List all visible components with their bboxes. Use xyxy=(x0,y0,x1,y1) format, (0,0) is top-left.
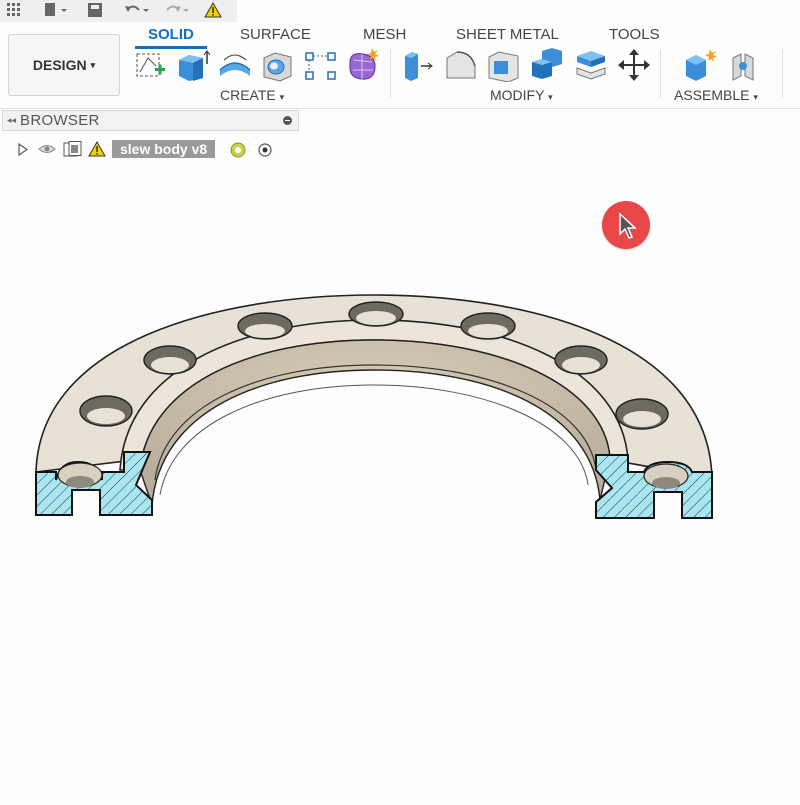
grid-menu-icon[interactable] xyxy=(4,1,24,19)
group-divider xyxy=(390,50,391,98)
browser-root-node[interactable]: slew body v8 xyxy=(18,140,278,159)
save-icon[interactable] xyxy=(86,1,104,19)
redo-icon[interactable] xyxy=(162,1,192,19)
press-pull-icon[interactable] xyxy=(402,48,436,82)
offset-face-icon[interactable] xyxy=(574,48,608,82)
modify-group-label[interactable]: MODIFY ▾ xyxy=(490,87,553,103)
create-form-icon[interactable] xyxy=(346,48,380,82)
create-group-label[interactable]: CREATE ▾ xyxy=(220,87,284,103)
tab-tools[interactable]: TOOLS xyxy=(609,26,660,43)
browser-title: BROWSER xyxy=(20,112,100,129)
caret-down-icon: ▾ xyxy=(753,92,758,102)
activate-radio-icon[interactable] xyxy=(257,142,273,158)
workspace-label: DESIGN xyxy=(32,57,87,73)
group-divider xyxy=(782,50,783,98)
slew-body-model[interactable] xyxy=(0,160,800,800)
undo-icon[interactable] xyxy=(122,1,152,19)
application-bar xyxy=(0,0,237,23)
browser-panel-header[interactable]: ◂◂ BROWSER xyxy=(2,110,299,131)
tab-sheet-metal[interactable]: SHEET METAL xyxy=(456,26,559,43)
extrude-icon[interactable] xyxy=(176,48,211,82)
warning-icon xyxy=(88,141,106,157)
pattern-icon[interactable] xyxy=(304,48,338,82)
design-workspace-button[interactable]: DESIGN ▾ xyxy=(8,34,120,96)
revolve-icon[interactable] xyxy=(218,48,252,82)
new-component-icon[interactable] xyxy=(684,48,718,82)
tab-mesh[interactable]: MESH xyxy=(363,26,406,43)
component-name[interactable]: slew body v8 xyxy=(112,140,216,158)
create-sketch-icon[interactable] xyxy=(134,48,168,82)
document-icon xyxy=(63,141,82,157)
shell-icon[interactable] xyxy=(487,48,521,83)
move-copy-icon[interactable] xyxy=(617,48,651,82)
component-status-icon xyxy=(230,142,246,158)
panel-options-icon[interactable] xyxy=(283,116,292,125)
expand-arrow-icon[interactable] xyxy=(18,143,28,156)
tab-solid[interactable]: SOLID xyxy=(148,26,194,43)
caret-down-icon: ▾ xyxy=(90,59,96,70)
fillet-icon[interactable] xyxy=(445,48,479,82)
canvas-viewport[interactable] xyxy=(0,160,800,800)
visibility-eye-icon[interactable] xyxy=(38,143,56,155)
assemble-group-label[interactable]: ASSEMBLE ▾ xyxy=(674,87,758,103)
collapse-panel-icon[interactable]: ◂◂ xyxy=(7,115,16,126)
file-menu-icon[interactable] xyxy=(40,1,70,19)
combine-icon[interactable] xyxy=(530,48,564,82)
hole-icon[interactable] xyxy=(261,48,295,82)
joint-icon[interactable] xyxy=(727,48,761,82)
ribbon-toolbar: DESIGN ▾ SOLID SURFACE MESH SHEET METAL … xyxy=(0,22,800,109)
group-divider xyxy=(660,50,661,98)
tab-surface[interactable]: SURFACE xyxy=(240,26,311,43)
caret-down-icon: ▾ xyxy=(279,92,285,102)
caret-down-icon: ▾ xyxy=(548,92,553,102)
warning-icon[interactable] xyxy=(203,1,223,19)
